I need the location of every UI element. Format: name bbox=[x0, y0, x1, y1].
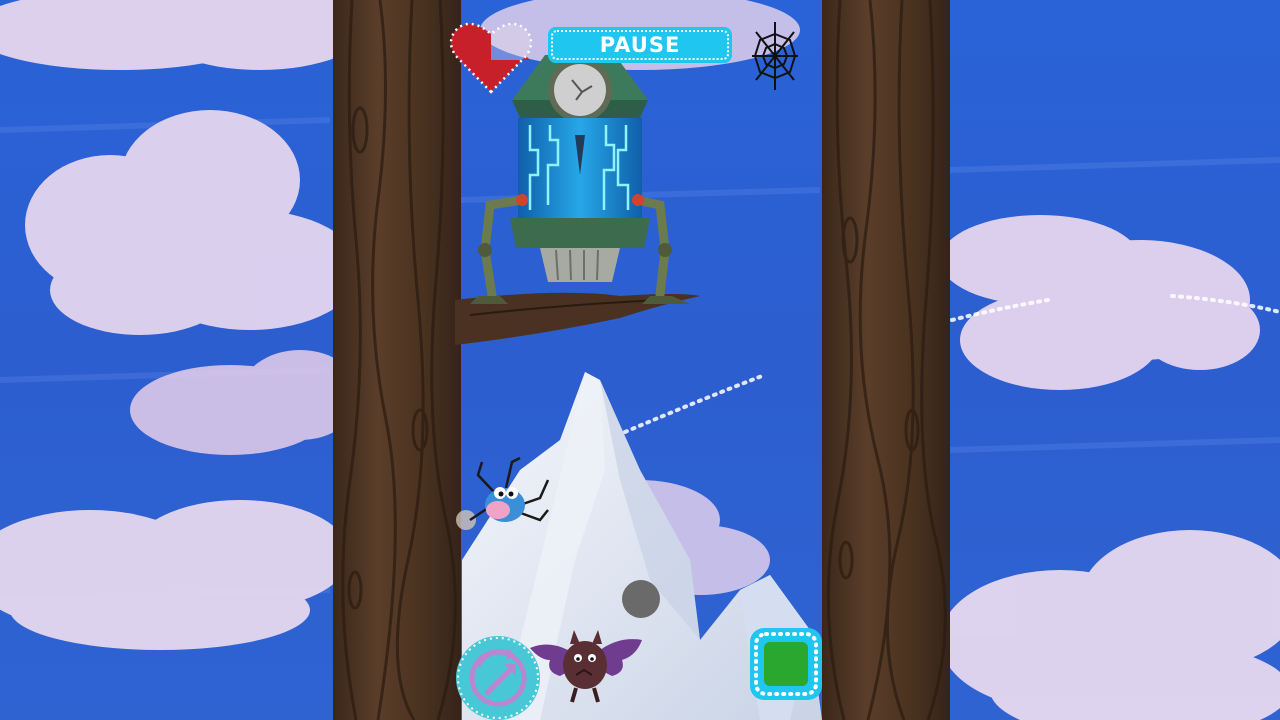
tree-trunk-right bbox=[822, 0, 950, 720]
pause-button[interactable]: PAUSE bbox=[548, 27, 732, 63]
swap-button[interactable] bbox=[452, 632, 544, 720]
action-button[interactable] bbox=[748, 626, 824, 702]
pause-label: PAUSE bbox=[599, 33, 681, 57]
target-dot bbox=[622, 580, 660, 618]
heart-health-icon bbox=[448, 18, 534, 96]
tree-trunk-left bbox=[333, 0, 461, 720]
cloud-top-left bbox=[0, 0, 370, 70]
swap-arrows-icon bbox=[456, 636, 540, 720]
green-square-icon bbox=[750, 628, 822, 700]
spider-web-icon[interactable] bbox=[748, 14, 802, 96]
game-stage: PAUSE bbox=[0, 0, 1280, 720]
